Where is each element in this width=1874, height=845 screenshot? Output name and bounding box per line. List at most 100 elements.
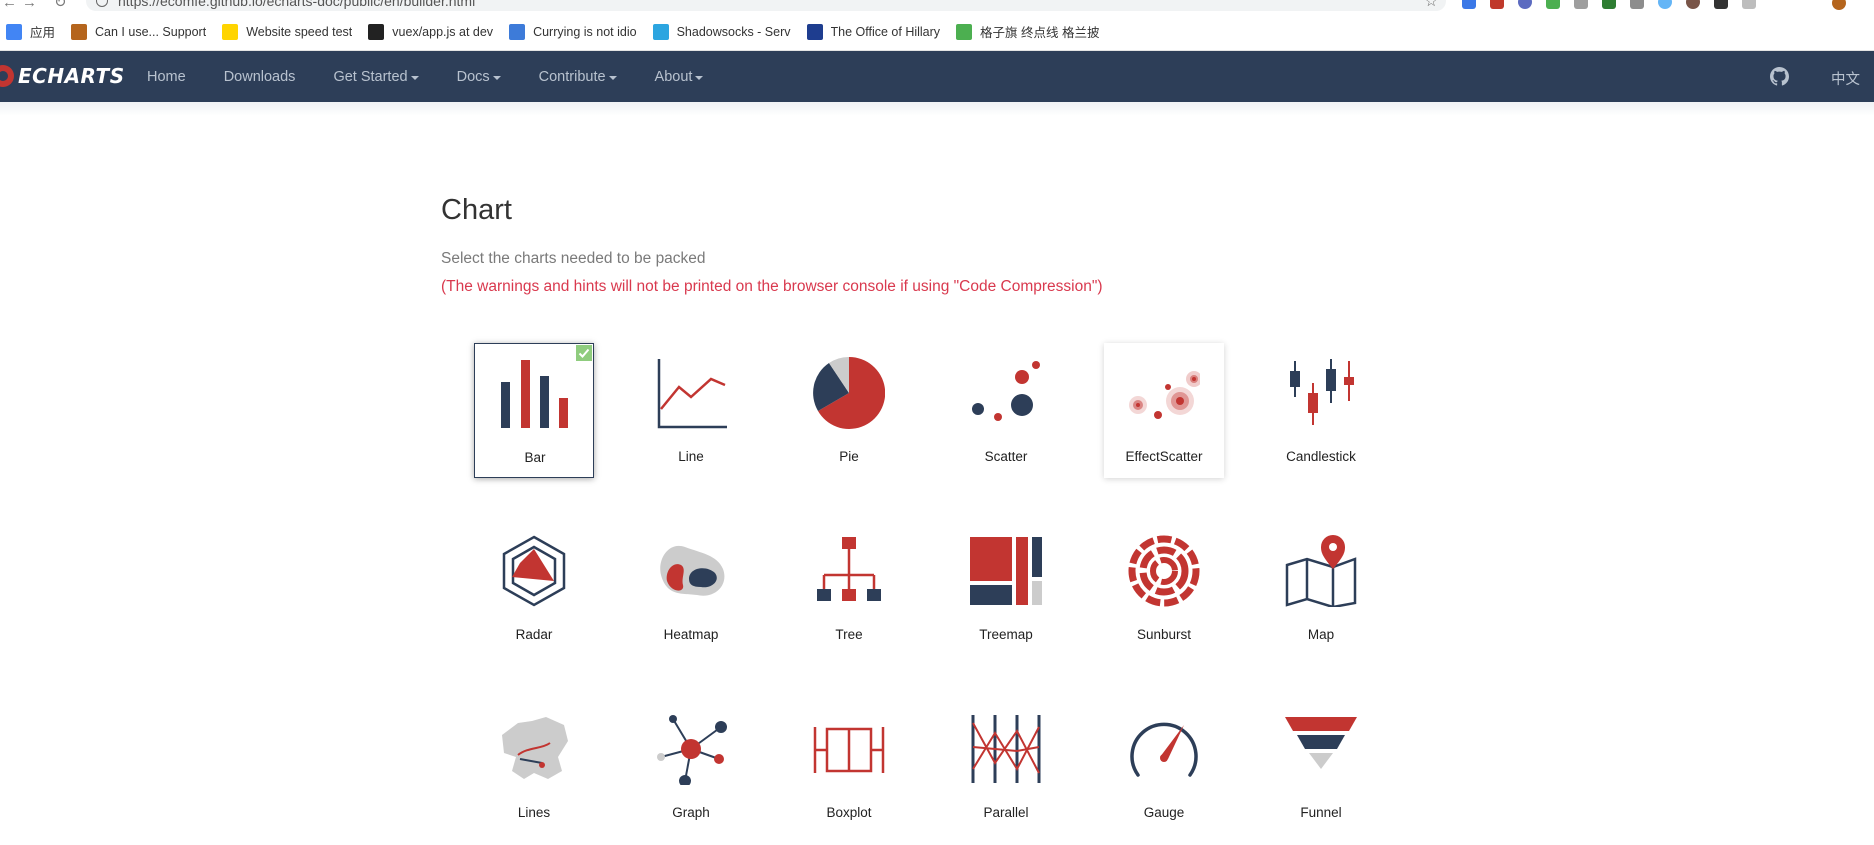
extension-icon[interactable] — [1518, 0, 1532, 9]
chart-option-lines[interactable]: Lines — [474, 699, 594, 834]
nav-item-about[interactable]: About — [655, 69, 704, 85]
bookmark-item[interactable]: Website speed test — [222, 23, 353, 40]
chart-option-boxplot[interactable]: Boxplot — [789, 699, 909, 834]
forward-icon[interactable]: → — [22, 0, 37, 11]
blog-icon — [509, 23, 526, 40]
nav-item-label: Get Started — [333, 68, 408, 85]
bookmark-item[interactable]: The Office of Hillary — [806, 23, 941, 40]
chart-option-pie[interactable]: Pie — [789, 343, 909, 478]
bar-chart-icon — [501, 360, 568, 428]
nav-item-home[interactable]: Home — [147, 69, 186, 85]
extension-icon[interactable] — [1490, 0, 1504, 9]
chart-option-label: Pie — [839, 449, 859, 464]
chart-option-label: EffectScatter — [1125, 449, 1203, 464]
extension-icon[interactable] — [1574, 0, 1588, 9]
bookmark-item[interactable]: Currying is not idio — [509, 23, 637, 40]
bookmark-star-icon[interactable]: ☆ — [1425, 0, 1438, 10]
nav-item-label: Downloads — [223, 68, 296, 85]
echarts-logo-icon — [0, 63, 14, 89]
chart-option-candlestick[interactable]: Candlestick — [1261, 343, 1381, 478]
chart-option-label: Line — [678, 449, 704, 464]
reload-icon[interactable]: ↻ — [54, 0, 67, 11]
caret-down-icon — [492, 75, 501, 80]
bookmark-label: The Office of Hillary — [830, 24, 941, 39]
scatter-chart-icon — [972, 361, 1040, 421]
profile-avatar[interactable] — [1832, 0, 1846, 10]
chart-option-sunburst[interactable]: Sunburst — [1104, 521, 1224, 656]
bookmark-label: vuex/app.js at dev — [392, 24, 494, 39]
chart-option-label: Bar — [524, 450, 546, 465]
bookmark-item[interactable]: 格子旗 终点线 格兰披 — [956, 22, 1100, 41]
bookmark-item[interactable]: vuex/app.js at dev — [368, 23, 494, 40]
extension-icon[interactable] — [1462, 0, 1476, 9]
extension-icon[interactable] — [1658, 0, 1672, 9]
nav-item-label: Home — [147, 68, 186, 85]
chart-option-line[interactable]: Line — [631, 343, 751, 478]
caret-down-icon — [608, 75, 617, 80]
bookmark-item[interactable]: Shadowsocks - Serv — [652, 23, 791, 40]
extension-icon[interactable] — [1630, 0, 1644, 9]
section-subtitle: Select the charts needed to be packed — [441, 250, 706, 267]
office-icon — [806, 23, 823, 40]
nav-item-label: Docs — [456, 68, 490, 85]
echarts-logo[interactable]: ECHARTS — [0, 63, 125, 89]
extension-icon[interactable] — [1714, 0, 1728, 9]
caniuse-icon — [71, 23, 88, 40]
address-bar[interactable]: https://ecomfe.github.io/echarts-doc/pub… — [86, 0, 1446, 11]
caret-down-icon — [410, 75, 419, 80]
chart-option-funnel[interactable]: Funnel — [1261, 699, 1381, 834]
nav-item-label: About — [654, 68, 693, 85]
extension-icon[interactable] — [1546, 0, 1560, 9]
extension-icon[interactable] — [1602, 0, 1616, 9]
chart-option-label: Lines — [517, 805, 551, 820]
bookmark-label: Can I use... Support — [95, 24, 207, 39]
nav-item-docs[interactable]: Docs — [457, 69, 501, 85]
map-chart-icon — [1285, 535, 1357, 607]
bookmark-item[interactable]: 应用 — [6, 22, 55, 41]
heatmap-chart-icon — [660, 545, 725, 596]
site-info-icon[interactable] — [96, 0, 108, 7]
funnel-chart-icon — [1285, 717, 1357, 769]
chart-option-label: Funnel — [1300, 805, 1342, 820]
pingdom-icon — [222, 23, 239, 40]
bookmarks-bar: 应用 Can I use... Support Website speed test… — [0, 13, 1874, 51]
px-icon — [956, 23, 973, 40]
extension-icon[interactable] — [1742, 0, 1756, 9]
chart-option-scatter[interactable]: Scatter — [946, 343, 1066, 478]
caret-down-icon — [695, 75, 704, 80]
chart-option-bar[interactable]: Bar — [474, 343, 594, 478]
graph-chart-icon — [657, 715, 727, 785]
chart-option-label: Radar — [515, 627, 553, 642]
chart-option-label: Scatter — [984, 449, 1028, 464]
checkmark-icon — [576, 345, 592, 361]
chart-option-parallel[interactable]: Parallel — [946, 699, 1066, 834]
chart-option-gauge[interactable]: Gauge — [1104, 699, 1224, 834]
nav-item-get-started[interactable]: Get Started — [333, 68, 419, 85]
logo-text: ECHARTS — [18, 64, 125, 88]
pie-chart-icon — [813, 357, 885, 429]
extension-icon[interactable] — [1686, 0, 1700, 9]
chart-option-label: Sunburst — [1136, 627, 1192, 642]
gauge-chart-icon — [1130, 722, 1198, 777]
chart-option-map[interactable]: Map — [1261, 521, 1381, 656]
chart-option-tree[interactable]: Tree — [789, 521, 909, 656]
language-switch[interactable]: 中文 — [1831, 68, 1860, 89]
chart-option-label: Boxplot — [826, 805, 872, 820]
telegram-icon — [652, 23, 669, 40]
github-icon[interactable] — [1770, 67, 1789, 86]
bookmark-item[interactable]: Can I use... Support — [71, 23, 207, 40]
back-icon[interactable]: ← — [2, 0, 17, 11]
chart-option-effectscatter[interactable]: EffectScatter — [1104, 343, 1224, 478]
nav-shadow — [0, 102, 1874, 116]
url-text[interactable]: https://ecomfe.github.io/echarts-doc/pub… — [118, 0, 475, 9]
chart-option-label: Candlestick — [1286, 449, 1356, 464]
site-navbar: ECHARTS Home Downloads Get Started Docs Cont… — [0, 51, 1874, 102]
chart-option-heatmap[interactable]: Heatmap — [631, 521, 751, 656]
nav-item-contribute[interactable]: Contribute — [539, 69, 617, 85]
line-chart-icon — [657, 359, 727, 429]
chart-option-radar[interactable]: Radar — [474, 521, 594, 656]
chart-option-treemap[interactable]: Treemap — [946, 521, 1066, 656]
chart-option-graph[interactable]: Graph — [631, 699, 751, 834]
bookmark-label: Website speed test — [246, 24, 353, 39]
nav-item-downloads[interactable]: Downloads — [224, 69, 296, 85]
